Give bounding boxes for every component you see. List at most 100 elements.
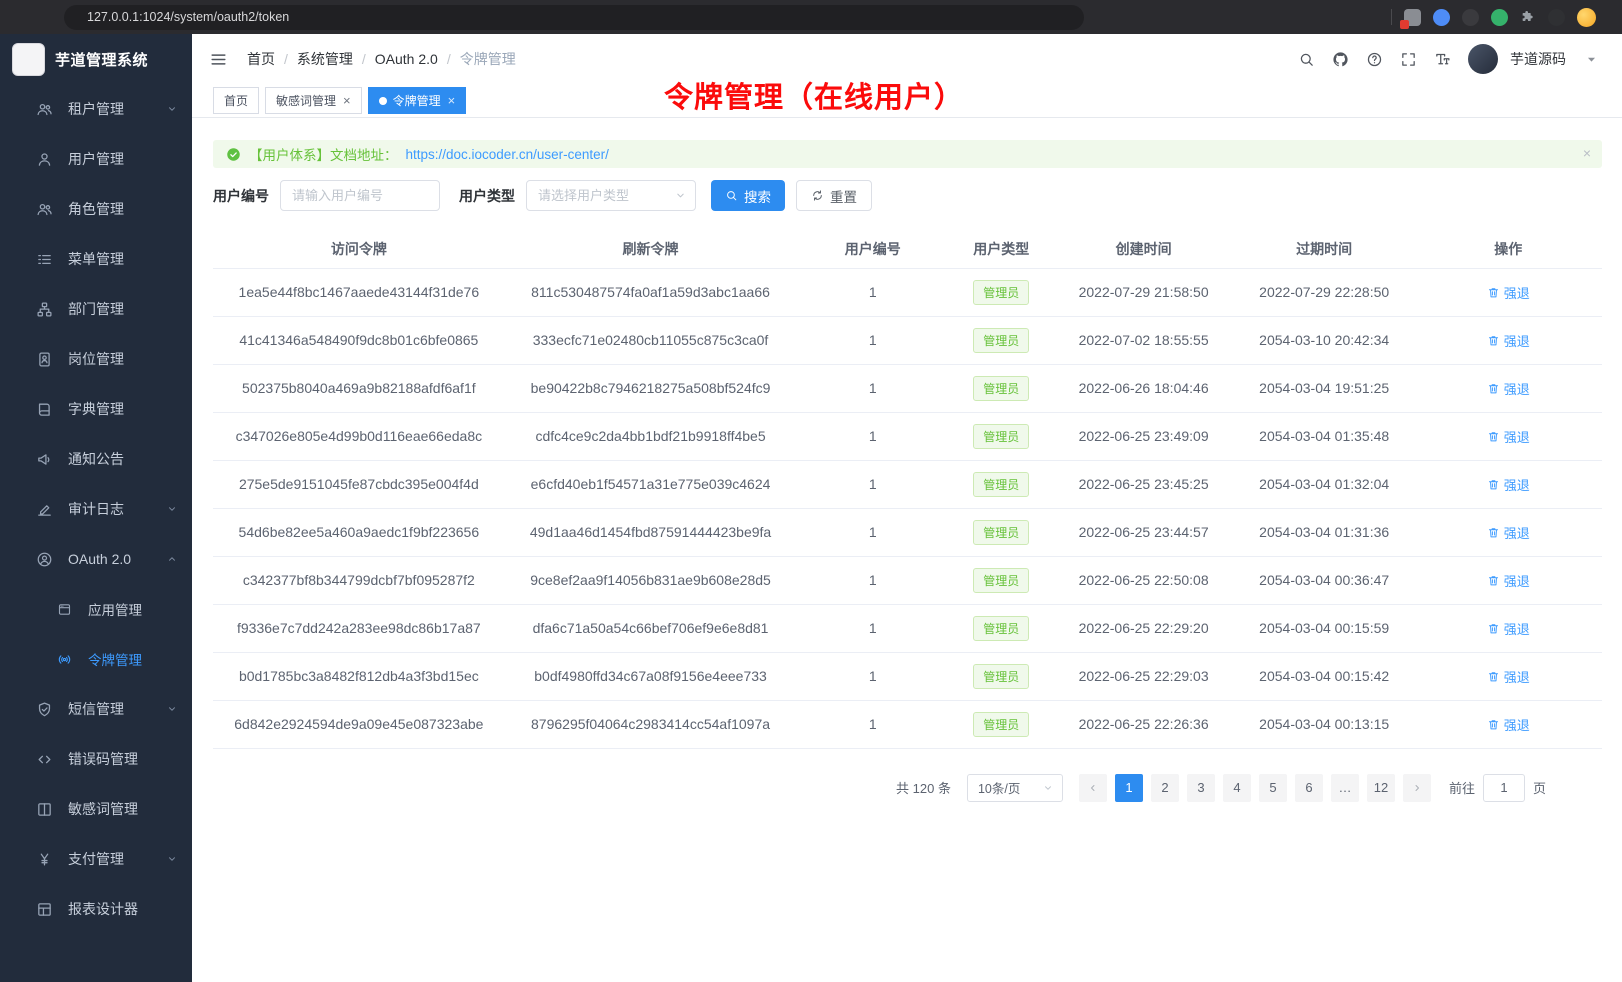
user-type-badge: 管理员 <box>973 280 1029 305</box>
reload-icon[interactable] <box>34 15 38 19</box>
page-size-select[interactable]: 10条/页 <box>967 774 1063 802</box>
github-icon[interactable] <box>1332 51 1349 68</box>
user-id-cell: 1 <box>796 412 949 460</box>
extension-icon[interactable] <box>1491 9 1508 26</box>
page-ellipsis[interactable]: … <box>1331 774 1359 802</box>
oauth2-app-icon <box>57 602 72 617</box>
oauth2-icon <box>36 551 53 568</box>
font-size-icon[interactable] <box>1434 51 1451 68</box>
extension-icon[interactable] <box>1548 9 1565 26</box>
breadcrumb-item[interactable]: OAuth 2.0 <box>375 51 438 67</box>
force-logout-button[interactable]: 强退 <box>1487 283 1530 302</box>
force-logout-button[interactable]: 强退 <box>1487 523 1530 542</box>
user-type-select[interactable] <box>526 180 696 211</box>
breadcrumb-item[interactable]: 系统管理 <box>297 49 353 69</box>
sidebar-item-user[interactable]: 用户管理 <box>0 134 192 184</box>
page-button-4[interactable]: 4 <box>1223 774 1251 802</box>
force-logout-label: 强退 <box>1504 523 1530 542</box>
profile-avatar[interactable] <box>1577 8 1596 27</box>
goto-suffix: 页 <box>1533 778 1546 797</box>
address-bar[interactable]: 127.0.0.1:1024/system/oauth2/token <box>64 5 1084 30</box>
sidebar-item-pay[interactable]: 支付管理 <box>0 834 192 884</box>
sidebar-item-sms[interactable]: 短信管理 <box>0 684 192 734</box>
sidebar-item-sensitive[interactable]: 敏感词管理 <box>0 784 192 834</box>
tab-close-icon[interactable]: × <box>343 93 351 108</box>
tab-home[interactable]: 首页 <box>213 87 259 114</box>
extension-icon[interactable] <box>1404 9 1421 26</box>
user-type-select-input[interactable] <box>526 180 696 211</box>
sidebar-item-report[interactable]: 报表设计器 <box>0 884 192 934</box>
home-icon[interactable] <box>46 15 50 19</box>
page-button-6[interactable]: 6 <box>1295 774 1323 802</box>
alert-close-icon[interactable]: × <box>1583 145 1591 161</box>
user-type-badge: 管理员 <box>973 424 1029 449</box>
doc-link[interactable]: https://doc.iocoder.cn/user-center/ <box>406 147 609 162</box>
page-button-5[interactable]: 5 <box>1259 774 1287 802</box>
user-type-cell: 管理员 <box>949 412 1053 460</box>
sidebar-item-post[interactable]: 岗位管理 <box>0 334 192 384</box>
sidebar-item-dept[interactable]: 部门管理 <box>0 284 192 334</box>
force-logout-button[interactable]: 强退 <box>1487 427 1530 446</box>
user-avatar[interactable] <box>1468 44 1498 74</box>
goto-page-input[interactable] <box>1483 774 1525 802</box>
dict-icon <box>36 401 53 418</box>
breadcrumb-item[interactable]: 令牌管理 <box>460 49 516 69</box>
force-logout-button[interactable]: 强退 <box>1487 571 1530 590</box>
force-logout-button[interactable]: 强退 <box>1487 379 1530 398</box>
delete-icon <box>1487 526 1500 539</box>
search-button-label: 搜索 <box>744 186 771 206</box>
force-logout-button[interactable]: 强退 <box>1487 715 1530 734</box>
fullscreen-icon[interactable] <box>1400 51 1417 68</box>
user-id-input[interactable] <box>280 180 440 211</box>
user-id-label: 用户编号 <box>213 186 269 206</box>
prev-page-button[interactable] <box>1079 774 1107 802</box>
page-button-1[interactable]: 1 <box>1115 774 1143 802</box>
page-button-2[interactable]: 2 <box>1151 774 1179 802</box>
user-type-badge: 管理员 <box>973 664 1029 689</box>
forward-icon[interactable] <box>22 15 26 19</box>
create-time-cell: 2022-06-25 22:29:20 <box>1053 604 1234 652</box>
sidebar-item-audit[interactable]: 审计日志 <box>0 484 192 534</box>
force-logout-button[interactable]: 强退 <box>1487 475 1530 494</box>
force-logout-button[interactable]: 强退 <box>1487 667 1530 686</box>
tab-close-icon[interactable]: × <box>448 93 456 108</box>
refresh-token-cell: e6cfd40eb1f54571a31e775e039c4624 <box>505 460 797 508</box>
sidebar-item-oauth2-app[interactable]: 应用管理 <box>0 584 192 634</box>
reset-button[interactable]: 重置 <box>796 180 872 211</box>
sidebar-item-notice[interactable]: 通知公告 <box>0 434 192 484</box>
sidebar-item-dict[interactable]: 字典管理 <box>0 384 192 434</box>
sidebar-item-errcode[interactable]: 错误码管理 <box>0 734 192 784</box>
caret-down-icon[interactable] <box>1583 51 1600 68</box>
user-type-badge: 管理员 <box>973 712 1029 737</box>
site-info-icon[interactable] <box>75 15 79 19</box>
sidebar-item-oauth2-token[interactable]: 令牌管理 <box>0 634 192 684</box>
chevron-left-icon <box>1087 782 1099 794</box>
search-button[interactable]: 搜索 <box>711 180 785 211</box>
extension-icon[interactable] <box>1433 9 1450 26</box>
browser-menu-icon[interactable] <box>1608 15 1612 19</box>
extensions-puzzle-icon[interactable] <box>1520 9 1536 25</box>
tab-sensitive[interactable]: 敏感词管理× <box>265 87 362 114</box>
chevron-down-icon <box>1042 782 1054 794</box>
share-icon[interactable] <box>1359 15 1363 19</box>
force-logout-button[interactable]: 强退 <box>1487 619 1530 638</box>
page-button-3[interactable]: 3 <box>1187 774 1215 802</box>
username[interactable]: 芋道源码 <box>1510 49 1566 69</box>
sidebar-item-role[interactable]: 角色管理 <box>0 184 192 234</box>
tab-token[interactable]: 令牌管理× <box>368 87 467 114</box>
sidebar-item-menu[interactable]: 菜单管理 <box>0 234 192 284</box>
search-icon[interactable] <box>1298 51 1315 68</box>
app-logo[interactable]: 芋道管理系统 <box>0 34 192 84</box>
sidebar-item-tenant[interactable]: 租户管理 <box>0 84 192 134</box>
bookmark-star-icon[interactable] <box>1375 15 1379 19</box>
extension-icon[interactable] <box>1462 9 1479 26</box>
page-button-12[interactable]: 12 <box>1367 774 1395 802</box>
help-icon[interactable] <box>1366 51 1383 68</box>
breadcrumb-item[interactable]: 首页 <box>247 49 275 69</box>
collapse-sidebar-icon[interactable] <box>209 50 228 69</box>
role-icon <box>36 201 53 218</box>
force-logout-button[interactable]: 强退 <box>1487 331 1530 350</box>
back-icon[interactable] <box>10 15 14 19</box>
sidebar-item-oauth2[interactable]: OAuth 2.0 <box>0 534 192 584</box>
next-page-button[interactable] <box>1403 774 1431 802</box>
